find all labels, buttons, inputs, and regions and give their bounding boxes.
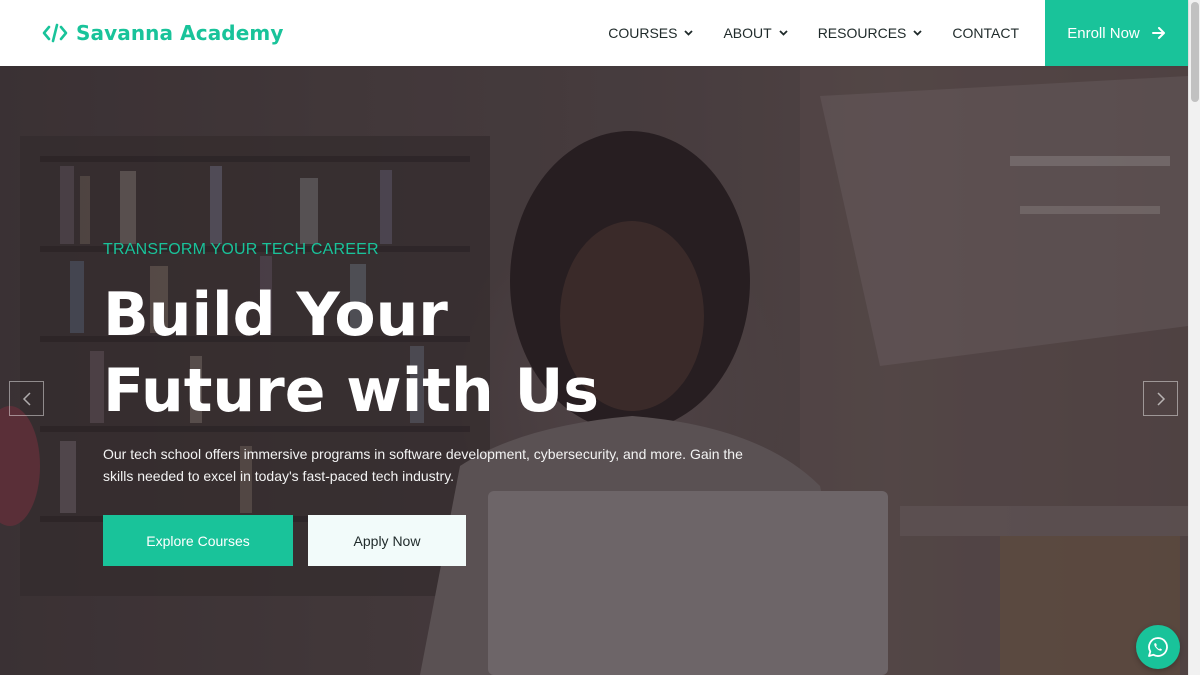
hero-buttons: Explore Courses Apply Now [103,515,803,566]
chevron-down-icon [779,30,788,36]
nav-item-contact[interactable]: CONTACT [952,25,1019,41]
whatsapp-button[interactable] [1136,625,1180,669]
brand-logo[interactable]: Savanna Academy [42,21,283,45]
enroll-now-label: Enroll Now [1067,24,1140,42]
nav-item-label: CONTACT [952,25,1019,41]
hero-section: TRANSFORM YOUR TECH CAREER Build Your Fu… [0,66,1188,675]
carousel-prev-button[interactable] [9,381,44,416]
chevron-down-icon [684,30,694,36]
nav-item-resources[interactable]: RESOURCES [818,25,923,41]
apply-now-button[interactable]: Apply Now [308,515,466,566]
brand-name: Savanna Academy [76,21,284,45]
whatsapp-icon [1148,637,1168,657]
arrow-right-icon [1151,27,1165,39]
main-nav: COURSES ABOUT RESOURCES CONTACT [578,25,1019,41]
carousel-next-button[interactable] [1143,381,1178,416]
nav-item-courses[interactable]: COURSES [608,25,694,41]
navbar: Savanna Academy COURSES ABOUT RESOURCES … [0,0,1188,66]
nav-item-label: COURSES [608,25,678,41]
nav-item-about[interactable]: ABOUT [723,25,788,41]
chevron-left-icon [22,391,31,406]
chevron-right-icon [1156,391,1165,406]
hero-title: Build Your Future with Us [103,280,599,426]
code-icon [42,23,68,43]
nav-item-label: ABOUT [723,25,772,41]
chevron-down-icon [913,30,923,36]
scrollbar-thumb[interactable] [1191,2,1199,102]
page-scrollbar[interactable] [1188,0,1200,675]
hero-content: TRANSFORM YOUR TECH CAREER Build Your Fu… [103,241,803,566]
explore-courses-button[interactable]: Explore Courses [103,515,293,566]
enroll-now-button[interactable]: Enroll Now [1045,0,1188,66]
nav-item-label: RESOURCES [817,25,907,41]
hero-description: Our tech school offers immersive program… [103,446,743,484]
hero-eyebrow: TRANSFORM YOUR TECH CAREER [103,241,379,258]
